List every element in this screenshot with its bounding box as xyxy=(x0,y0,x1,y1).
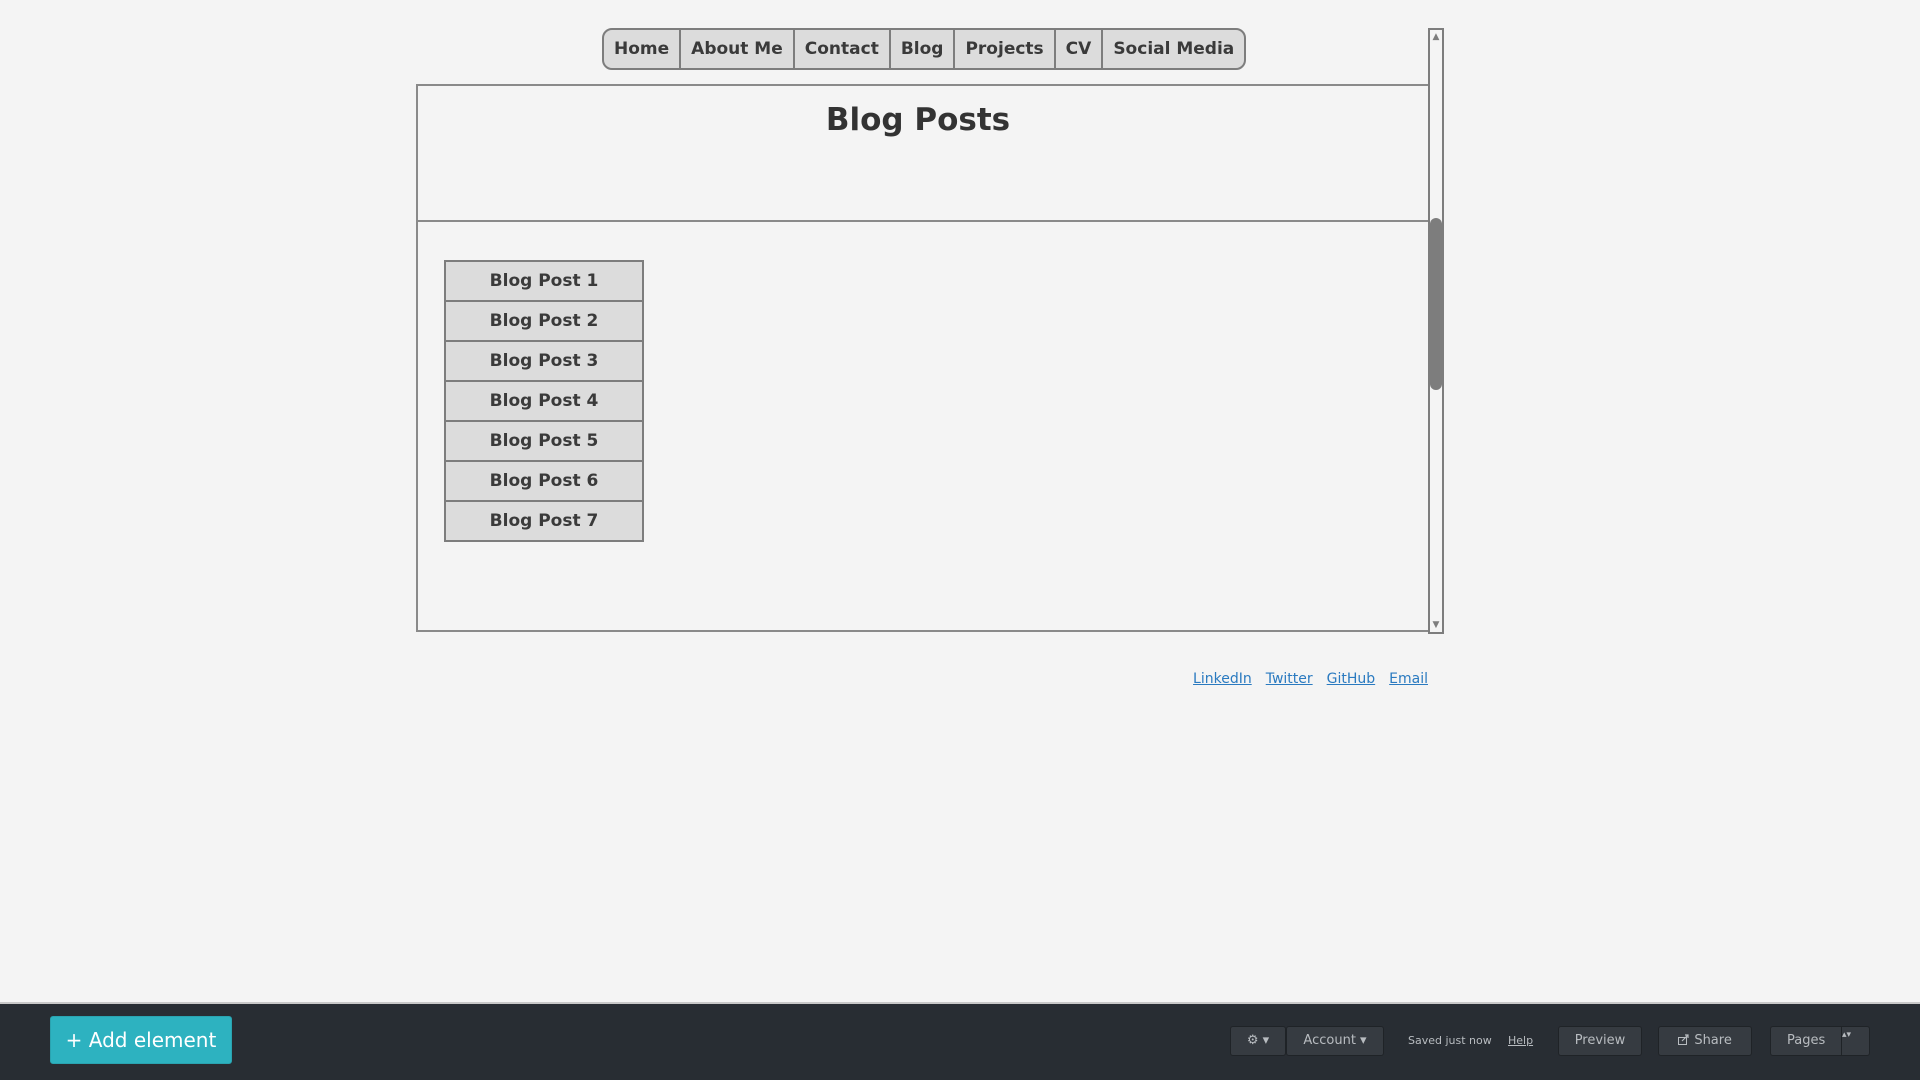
account-button[interactable]: Account ▾ xyxy=(1286,1026,1384,1056)
add-element-button[interactable]: + Add element xyxy=(50,1016,232,1064)
nav-item-about-me[interactable]: About Me xyxy=(681,30,795,68)
nav-item-projects[interactable]: Projects xyxy=(955,30,1056,68)
pages-label: Pages xyxy=(1787,1033,1826,1048)
blog-post-item[interactable]: Blog Post 1 xyxy=(446,262,642,302)
main-nav: Home About Me Contact Blog Projects CV S… xyxy=(602,28,1247,70)
blog-post-item[interactable]: Blog Post 4 xyxy=(446,382,642,422)
blog-post-item[interactable]: Blog Post 6 xyxy=(446,462,642,502)
editor-toolbar: + Add element ⚙ ▾ Account ▾ Saved just n… xyxy=(0,1002,1920,1080)
header-section: Blog Posts xyxy=(418,86,1428,222)
scroll-up-icon[interactable]: ▲ xyxy=(1430,30,1442,44)
gear-icon: ⚙ ▾ xyxy=(1246,1033,1270,1048)
nav-item-blog[interactable]: Blog xyxy=(891,30,956,68)
nav-item-cv[interactable]: CV xyxy=(1056,30,1104,68)
share-button[interactable]: Share xyxy=(1658,1026,1752,1056)
scrollbar-thumb[interactable] xyxy=(1430,218,1442,390)
content-frame: Blog Posts Blog Post 1 Blog Post 2 Blog … xyxy=(416,84,1428,632)
blog-post-item[interactable]: Blog Post 7 xyxy=(446,502,642,540)
nav-item-social-media[interactable]: Social Media xyxy=(1103,30,1244,68)
settings-button[interactable]: ⚙ ▾ xyxy=(1230,1026,1286,1056)
preview-button[interactable]: Preview xyxy=(1558,1026,1642,1056)
footer-link-email[interactable]: Email xyxy=(1389,671,1428,687)
blog-post-item[interactable]: Blog Post 3 xyxy=(446,342,642,382)
blog-post-list: Blog Post 1 Blog Post 2 Blog Post 3 Blog… xyxy=(444,260,644,542)
blog-post-item[interactable]: Blog Post 5 xyxy=(446,422,642,462)
scroll-down-icon[interactable]: ▼ xyxy=(1430,618,1442,632)
help-link[interactable]: Help xyxy=(1508,1026,1533,1056)
footer-link-linkedin[interactable]: LinkedIn xyxy=(1193,671,1252,687)
footer-link-twitter[interactable]: Twitter xyxy=(1266,671,1313,687)
save-status: Saved just now xyxy=(1408,1034,1492,1047)
pages-button[interactable]: Pages ▴▾ xyxy=(1770,1026,1870,1056)
footer-link-github[interactable]: GitHub xyxy=(1327,671,1376,687)
vertical-scrollbar[interactable]: ▲ ▼ xyxy=(1428,28,1444,634)
editor-canvas: Home About Me Contact Blog Projects CV S… xyxy=(0,0,1920,1080)
nav-item-home[interactable]: Home xyxy=(604,30,682,68)
share-icon xyxy=(1678,1033,1694,1048)
footer-links: LinkedIn Twitter GitHub Email xyxy=(1193,671,1428,687)
pages-stepper-icon[interactable]: ▴▾ xyxy=(1841,1027,1869,1055)
nav-item-contact[interactable]: Contact xyxy=(795,30,891,68)
blog-post-item[interactable]: Blog Post 2 xyxy=(446,302,642,342)
share-label: Share xyxy=(1694,1033,1732,1048)
page-title: Blog Posts xyxy=(825,102,1011,138)
